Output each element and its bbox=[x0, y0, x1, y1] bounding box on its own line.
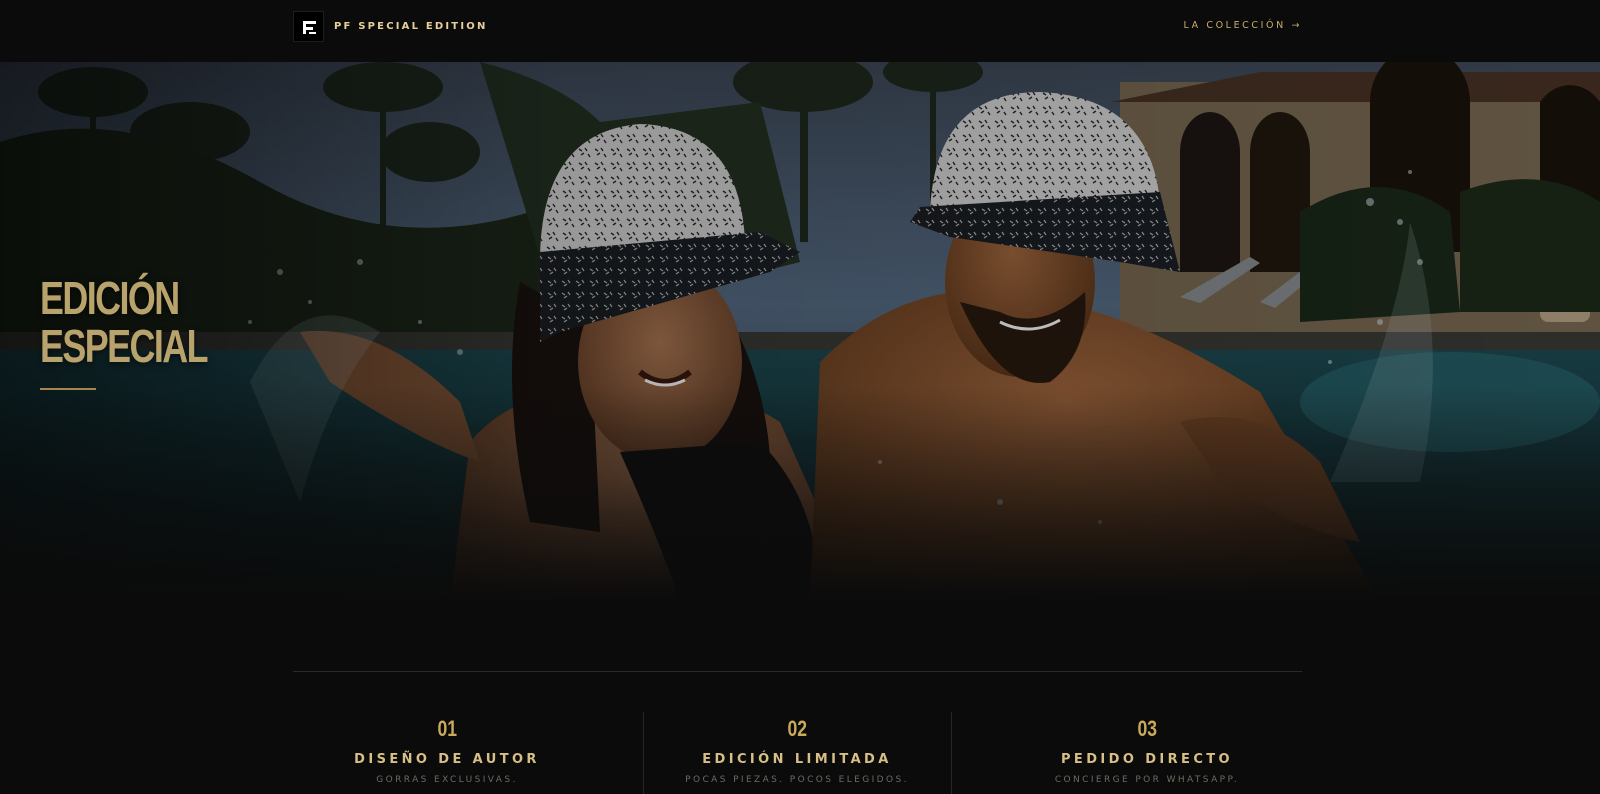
hero-title-line-1: EDICIÓN bbox=[40, 272, 180, 324]
pf-logo-icon[interactable] bbox=[293, 11, 324, 42]
collection-link[interactable]: LA COLECCIÓN → bbox=[1184, 20, 1302, 31]
feature-3: 03 PEDIDO DIRECTO CONCIERGE POR WHATSAPP… bbox=[997, 716, 1297, 785]
feature-description: GORRAS EXCLUSIVAS. bbox=[376, 775, 518, 785]
feature-number: 03 bbox=[1137, 716, 1157, 741]
section-divider bbox=[293, 671, 1302, 672]
hero-title: EDICIÓN ESPECIAL bbox=[40, 272, 209, 372]
feature-separator bbox=[643, 712, 644, 794]
hero-underline bbox=[40, 388, 96, 390]
brand[interactable]: PF SPECIAL EDITION bbox=[293, 11, 488, 42]
hero-image bbox=[0, 62, 1600, 602]
hero-section: EDICIÓN ESPECIAL bbox=[0, 62, 1600, 602]
brand-name: PF SPECIAL EDITION bbox=[334, 21, 488, 32]
page: PF SPECIAL EDITION LA COLECCIÓN → EDICIÓ… bbox=[0, 0, 1600, 794]
feature-title: PEDIDO DIRECTO bbox=[1061, 752, 1233, 767]
feature-number: 01 bbox=[437, 716, 457, 741]
feature-number: 02 bbox=[787, 716, 807, 741]
feature-2: 02 EDICIÓN LIMITADA POCAS PIEZAS. POCOS … bbox=[647, 716, 947, 785]
feature-separator bbox=[951, 712, 952, 794]
feature-description: POCAS PIEZAS. POCOS ELEGIDOS. bbox=[685, 775, 909, 785]
feature-description: CONCIERGE POR WHATSAPP. bbox=[1054, 775, 1240, 785]
hero-title-line-2: ESPECIAL bbox=[40, 320, 209, 372]
feature-title: DISEÑO DE AUTOR bbox=[354, 752, 540, 767]
feature-title: EDICIÓN LIMITADA bbox=[702, 752, 892, 767]
top-bar: PF SPECIAL EDITION LA COLECCIÓN → bbox=[0, 0, 1600, 62]
feature-1: 01 DISEÑO DE AUTOR GORRAS EXCLUSIVAS. bbox=[297, 716, 597, 785]
